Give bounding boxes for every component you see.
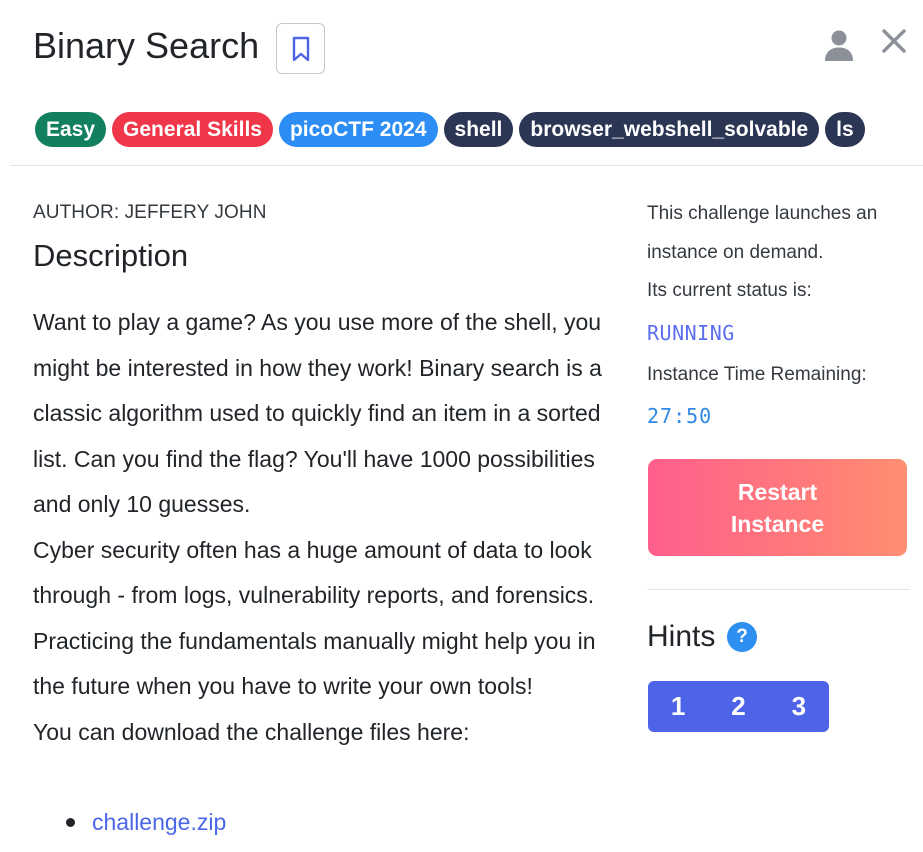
user-icon[interactable] bbox=[824, 29, 854, 61]
time-remaining-value: 27:50 bbox=[647, 404, 713, 428]
description-body: Want to play a game? As you use more of … bbox=[33, 300, 613, 755]
help-icon[interactable]: ? bbox=[727, 622, 757, 652]
hint-button-group: 1 2 3 bbox=[648, 681, 829, 732]
file-list: challenge.zip bbox=[66, 800, 226, 845]
tag-category[interactable]: General Skills bbox=[112, 112, 273, 147]
close-icon[interactable] bbox=[880, 27, 908, 55]
tag-ls[interactable]: ls bbox=[825, 112, 865, 147]
list-item: challenge.zip bbox=[66, 800, 226, 845]
time-remaining-label: Instance Time Remaining: bbox=[647, 363, 867, 385]
tag-list: Easy General Skills picoCTF 2024 shell b… bbox=[35, 112, 865, 147]
challenge-title: Binary Search bbox=[33, 25, 260, 66]
hint-3-button[interactable]: 3 bbox=[769, 681, 829, 732]
author-label: AUTHOR: JEFFERY JOHN bbox=[33, 202, 267, 223]
download-instructions: You can download the challenge files her… bbox=[33, 718, 470, 745]
tag-event[interactable]: picoCTF 2024 bbox=[278, 112, 438, 147]
description-paragraph-1: Want to play a game? As you use more of … bbox=[33, 309, 602, 517]
description-paragraph-2: Cyber security often has a huge amount o… bbox=[33, 536, 596, 700]
hints-heading: Hints bbox=[647, 620, 716, 653]
tag-difficulty[interactable]: Easy bbox=[35, 112, 107, 147]
instance-panel: This challenge launches an instance on d… bbox=[647, 195, 912, 438]
description-heading: Description bbox=[33, 238, 189, 273]
bullet-icon bbox=[66, 818, 75, 827]
status-label: Its current status is: bbox=[647, 280, 812, 301]
bookmark-button[interactable] bbox=[276, 23, 325, 74]
challenge-zip-link[interactable]: challenge.zip bbox=[92, 800, 226, 845]
bookmark-icon bbox=[292, 36, 309, 61]
status-value: RUNNING bbox=[647, 320, 735, 345]
tag-webshell[interactable]: browser_webshell_solvable bbox=[519, 112, 820, 147]
tag-shell[interactable]: shell bbox=[443, 112, 514, 147]
restart-instance-label: Restart Instance bbox=[730, 478, 825, 537]
restart-instance-button[interactable]: Restart Instance bbox=[648, 459, 907, 556]
sidebar-divider bbox=[647, 589, 910, 590]
launch-info: This challenge launches an instance on d… bbox=[647, 203, 878, 263]
hint-1-button[interactable]: 1 bbox=[648, 681, 708, 732]
header-divider bbox=[10, 165, 923, 166]
hint-2-button[interactable]: 2 bbox=[708, 681, 768, 732]
